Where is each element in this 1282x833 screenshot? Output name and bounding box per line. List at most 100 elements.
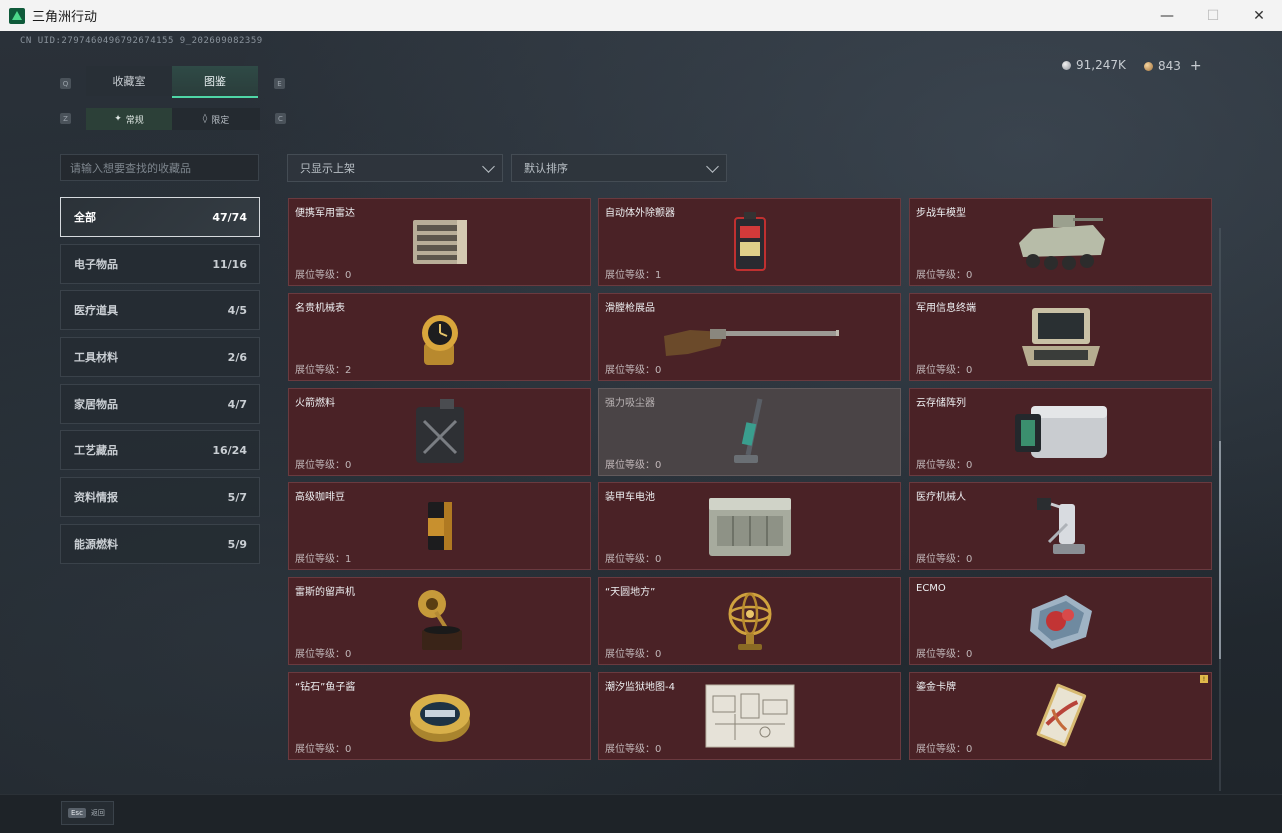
sort-dropdown[interactable]: 默认排序 bbox=[511, 154, 727, 182]
armillary-icon bbox=[680, 590, 820, 652]
category-crafts[interactable]: 工艺藏品 16/24 bbox=[60, 430, 260, 470]
listed-filter-dropdown[interactable]: 只显示上架 bbox=[287, 154, 503, 182]
storage-array-icon bbox=[1006, 401, 1116, 463]
ecmo-icon bbox=[991, 590, 1131, 652]
item-card-gramophone[interactable]: 雷斯的留声机 展位等级：0 bbox=[288, 577, 591, 665]
item-card-coffee-beans[interactable]: 高级咖啡豆 展位等级：1 bbox=[288, 482, 591, 570]
item-name: 步战车模型 bbox=[916, 208, 966, 219]
subtab-label: 常规 bbox=[125, 115, 144, 126]
fuel-can-icon bbox=[370, 399, 510, 463]
minimize-button[interactable]: — bbox=[1144, 0, 1190, 31]
item-level: 展位等级：0 bbox=[605, 365, 662, 376]
item-name: “天圆地方” bbox=[605, 587, 656, 598]
search-input[interactable]: 请输入想要查找的收藏品 bbox=[60, 154, 259, 181]
tab-codex[interactable]: 图鉴 bbox=[172, 66, 258, 98]
dropdown-value: 只显示上架 bbox=[300, 162, 355, 175]
category-electronics[interactable]: 电子物品 11/16 bbox=[60, 244, 260, 284]
app-logo-icon bbox=[9, 7, 25, 24]
item-card-caviar[interactable]: “钻石”鱼子酱 展位等级：0 bbox=[288, 672, 591, 760]
category-medical[interactable]: 医疗道具 4/5 bbox=[60, 290, 260, 330]
window-title: 三角洲行动 bbox=[32, 10, 98, 25]
item-card-musket[interactable]: 滑膛枪展品 展位等级：0 bbox=[598, 293, 901, 381]
item-card-ecmo[interactable]: ECMO 展位等级：0 bbox=[909, 577, 1212, 665]
gold-amount: 843 bbox=[1158, 59, 1181, 73]
maximize-button[interactable]: ☐ bbox=[1190, 0, 1236, 31]
item-level: 展位等级：0 bbox=[916, 649, 973, 660]
item-name: 医疗机械人 bbox=[916, 492, 966, 503]
category-label: 资料情报 bbox=[74, 491, 118, 504]
vacuum-icon bbox=[680, 398, 820, 463]
category-household[interactable]: 家居物品 4/7 bbox=[60, 384, 260, 424]
add-currency-button[interactable]: + bbox=[1190, 58, 1202, 74]
item-card-vacuum[interactable]: 强力吸尘器 展位等级：0 bbox=[598, 388, 901, 476]
user-uid: CN UID:2797460496792674155 9_20260908235… bbox=[20, 36, 263, 46]
item-level: 展位等级：0 bbox=[916, 365, 973, 376]
watch-icon bbox=[370, 306, 510, 368]
musket-icon bbox=[655, 306, 845, 368]
category-count: 11/16 bbox=[212, 257, 247, 271]
item-level: 展位等级：0 bbox=[916, 270, 973, 281]
item-name: 军用信息终端 bbox=[916, 303, 976, 314]
category-count: 47/74 bbox=[212, 210, 247, 224]
category-label: 医疗道具 bbox=[74, 304, 118, 317]
category-label: 工具材料 bbox=[74, 351, 118, 364]
subtab-limited[interactable]: ◊ 限定 bbox=[172, 108, 260, 130]
item-level: 展位等级：0 bbox=[605, 554, 662, 565]
item-card-armillary[interactable]: “天圆地方” 展位等级：0 bbox=[598, 577, 901, 665]
item-card-ifv-model[interactable]: 步战车模型 展位等级：0 bbox=[909, 198, 1212, 286]
dropdown-value: 默认排序 bbox=[524, 162, 568, 175]
scrollbar-thumb[interactable] bbox=[1219, 441, 1221, 659]
radar-icon bbox=[370, 211, 510, 273]
esc-key-hint: Esc bbox=[68, 808, 86, 818]
category-tools[interactable]: 工具材料 2/6 bbox=[60, 337, 260, 377]
chevron-down-icon bbox=[482, 160, 495, 173]
gold-currency: 843 + bbox=[1144, 58, 1202, 74]
item-card-gilded-card[interactable]: 鎏金卡牌 ! 展位等级：0 bbox=[909, 672, 1212, 760]
item-name: 装甲车电池 bbox=[605, 492, 655, 503]
category-all[interactable]: 全部 47/74 bbox=[60, 197, 260, 237]
new-badge: ! bbox=[1200, 675, 1208, 683]
item-card-armored-battery[interactable]: 装甲车电池 展位等级：0 bbox=[598, 482, 901, 570]
category-label: 全部 bbox=[74, 211, 96, 224]
battery-icon bbox=[700, 495, 800, 557]
item-card-cloud-storage[interactable]: 云存储阵列 展位等级：0 bbox=[909, 388, 1212, 476]
window-controls: — ☐ ✕ bbox=[1144, 0, 1282, 31]
item-level: 展位等级：0 bbox=[605, 744, 662, 755]
subtab-regular[interactable]: ✦ 常规 bbox=[86, 108, 172, 130]
map-icon bbox=[700, 684, 800, 748]
search-placeholder: 请输入想要查找的收藏品 bbox=[70, 161, 191, 175]
category-count: 2/6 bbox=[227, 350, 247, 364]
category-count: 16/24 bbox=[212, 443, 247, 457]
item-card-portable-radar[interactable]: 便携军用雷达 展位等级：0 bbox=[288, 198, 591, 286]
item-level: 展位等级：0 bbox=[295, 270, 352, 281]
item-card-military-terminal[interactable]: 军用信息终端 展位等级：0 bbox=[909, 293, 1212, 381]
item-level: 展位等级：0 bbox=[295, 649, 352, 660]
coffee-bag-icon bbox=[370, 495, 510, 557]
item-level: 展位等级：0 bbox=[916, 460, 973, 471]
item-name: 自动体外除颤器 bbox=[605, 208, 675, 219]
category-intel[interactable]: 资料情报 5/7 bbox=[60, 477, 260, 517]
bottom-bar: Esc 返回 bbox=[0, 794, 1282, 833]
tab-collection-room[interactable]: 收藏室 bbox=[86, 66, 172, 96]
item-card-luxury-watch[interactable]: 名贵机械表 展位等级：2 bbox=[288, 293, 591, 381]
close-button[interactable]: ✕ bbox=[1236, 0, 1282, 31]
tab-label: 收藏室 bbox=[112, 75, 146, 88]
back-label: 返回 bbox=[90, 809, 105, 817]
item-card-rocket-fuel[interactable]: 火箭燃料 展位等级：0 bbox=[288, 388, 591, 476]
gold-coin-icon bbox=[1144, 61, 1153, 71]
ifv-model-icon bbox=[991, 211, 1131, 273]
category-energy[interactable]: 能源燃料 5/9 bbox=[60, 524, 260, 564]
item-card-tidal-prison-map[interactable]: 潮汐监狱地图-4 展位等级：0 bbox=[598, 672, 901, 760]
category-label: 工艺藏品 bbox=[74, 444, 118, 457]
defibrillator-icon bbox=[680, 211, 820, 273]
main-area: CN UID:2797460496792674155 9_20260908235… bbox=[0, 31, 1282, 794]
gramophone-icon bbox=[370, 590, 510, 652]
item-card-medical-robot[interactable]: 医疗机械人 展位等级：0 bbox=[909, 482, 1212, 570]
window-titlebar: 三角洲行动 — ☐ ✕ bbox=[0, 0, 1282, 32]
item-name: 潮汐监狱地图-4 bbox=[605, 682, 675, 693]
back-button[interactable]: Esc 返回 bbox=[61, 801, 114, 825]
key-hint-z: Z bbox=[60, 113, 71, 124]
key-hint-c: C bbox=[275, 113, 286, 124]
item-card-defibrillator[interactable]: 自动体外除颤器 展位等级：1 bbox=[598, 198, 901, 286]
item-name: ECMO bbox=[916, 583, 946, 594]
